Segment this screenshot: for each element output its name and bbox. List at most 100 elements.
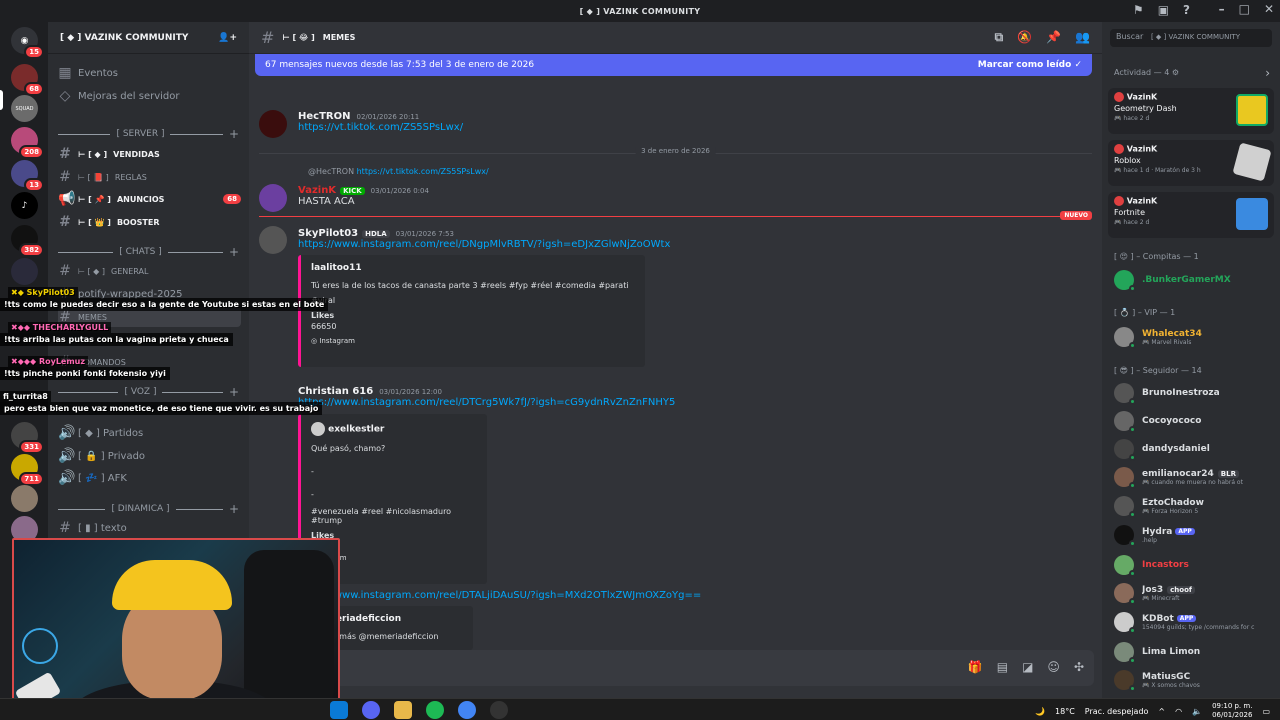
avatar[interactable] xyxy=(259,226,287,254)
message-author[interactable]: HecTRON xyxy=(298,111,350,122)
member-item[interactable]: MatiusGC 🎮 X somos chavos xyxy=(1114,667,1274,693)
obs-icon[interactable] xyxy=(490,701,508,719)
member-item[interactable]: emilianocar24 BLR 🎮 cuando me muera no hab… xyxy=(1114,464,1274,490)
guild-item[interactable]: 208 xyxy=(11,127,44,159)
weather-temp[interactable]: 18°C xyxy=(1055,707,1075,716)
member-item[interactable]: BrunoInestroza xyxy=(1114,380,1274,406)
guild-item[interactable]: 382 xyxy=(11,225,44,257)
guild-item[interactable]: 711 xyxy=(11,454,44,486)
guild-item[interactable]: 331 xyxy=(11,422,44,454)
tray-chevron-icon[interactable]: ^ xyxy=(1158,707,1165,716)
voice-privado[interactable]: 🔊[ 🔒 ] Privado xyxy=(58,446,241,466)
events-item[interactable]: ▦ Eventos xyxy=(58,63,241,83)
member-item[interactable]: EztoChadow 🎮 Forza Horizon 5 xyxy=(1114,493,1274,519)
guild-item[interactable]: ♪ xyxy=(11,192,38,219)
threads-icon[interactable]: ⧉ xyxy=(995,30,1004,45)
guild-item[interactable]: 68 xyxy=(11,64,44,96)
members-icon[interactable]: 👥 xyxy=(1075,30,1090,45)
member-item[interactable]: Whalecat34 🎮 Marvel Rivals xyxy=(1114,324,1274,350)
notification-icon[interactable]: ▭ xyxy=(1262,707,1270,716)
chat-area: # ⊢ [ 😂 ] MEMES ⧉ 🔕 📌 👥 67 mensajes nuev… xyxy=(249,22,1102,698)
avatar[interactable] xyxy=(259,110,287,138)
folder-icon[interactable] xyxy=(394,701,412,719)
avatar xyxy=(1114,196,1124,206)
maximize-button[interactable]: □ xyxy=(1239,2,1250,16)
gift-icon[interactable]: 🎁 xyxy=(968,660,983,674)
channel-ventas[interactable]: # ⊢ [ ◆ ] VENDIDAS xyxy=(58,144,241,164)
pin-icon[interactable]: 📌 xyxy=(1046,30,1061,45)
edge-icon[interactable] xyxy=(330,701,348,719)
guild-item[interactable]: SQUAD xyxy=(11,95,38,122)
wifi-icon[interactable]: ◠ xyxy=(1175,707,1182,716)
gif-icon[interactable]: ▤ xyxy=(997,660,1008,674)
guild-item[interactable]: 13 xyxy=(11,160,44,192)
weather-text[interactable]: Prac. despejado xyxy=(1085,707,1149,716)
activity-card[interactable]: VazinK Roblox 🎮 hace 1 d · Maratón de 3 … xyxy=(1108,140,1274,186)
reply-preview[interactable]: @HecTRON https://vt.tiktok.com/ZS5SPsLwx… xyxy=(308,167,489,176)
hash-icon: # xyxy=(59,263,71,279)
weather-icon[interactable]: 🌙 xyxy=(1035,707,1045,716)
link-embed[interactable]: laalitoo11 Tú eres la de los tacos de ca… xyxy=(298,255,645,367)
channel-anuncios[interactable]: 📢 ⊢ [ 📌 ] ANUNCIOS 68 xyxy=(58,189,241,209)
avatar[interactable] xyxy=(259,184,287,212)
guild-item[interactable] xyxy=(11,258,38,285)
avatar xyxy=(1114,583,1136,605)
screen-icon[interactable]: ▣ xyxy=(1158,3,1169,17)
channel-texto[interactable]: #[ ▮ ] texto xyxy=(58,518,241,538)
geometry-dash-icon xyxy=(1236,94,1268,126)
message-link[interactable]: https://www.instagram.com/reel/DNgpMlvRB… xyxy=(298,239,670,250)
voice-partidos[interactable]: 🔊[ ◆ ] Partidos xyxy=(58,423,241,443)
member-item[interactable]: Hydra APP .help xyxy=(1114,522,1274,548)
message: VazinK KICK 03/01/2026 0:04 HASTA ACA xyxy=(298,185,429,207)
message-author[interactable]: VazinK xyxy=(298,185,336,196)
emoji-icon[interactable]: ☺ xyxy=(1047,660,1060,674)
chrome-icon[interactable] xyxy=(458,701,476,719)
member-item[interactable]: Lima Limon xyxy=(1114,639,1274,665)
avatar xyxy=(1114,92,1124,102)
inbox-icon[interactable]: ⚑ xyxy=(1133,3,1144,17)
message-link[interactable]: https://www.instagram.com/reel/DTALjiDAu… xyxy=(298,590,701,601)
sticker-icon[interactable]: ◪ xyxy=(1022,660,1033,674)
channel-general[interactable]: # ⊢ [ ◆ ] GENERAL xyxy=(58,261,241,281)
minimize-button[interactable]: – xyxy=(1219,2,1225,16)
mute-icon[interactable]: 🔕 xyxy=(1017,30,1032,45)
message-author[interactable]: SkyPilot03 xyxy=(298,228,358,239)
discord-icon[interactable] xyxy=(362,701,380,719)
chevron-right-icon[interactable]: › xyxy=(1265,66,1270,80)
member-item[interactable]: Incastors xyxy=(1114,552,1274,578)
spotify-icon[interactable] xyxy=(426,701,444,719)
category-chats[interactable]: [ CHATS ] + xyxy=(58,245,239,259)
member-item[interactable]: Jos3 choof 🎮 Minecraft xyxy=(1114,580,1274,606)
add-channel-icon[interactable]: + xyxy=(229,127,239,141)
message-link[interactable]: https://vt.tiktok.com/ZS5SPsLwx/ xyxy=(298,122,463,133)
guild-dm-home[interactable]: ◉ 15 xyxy=(11,27,44,59)
message-link[interactable]: https://www.instagram.com/reel/DTCrg5Wk7… xyxy=(298,397,675,408)
category-dinamica[interactable]: [ DINAMICA ] + xyxy=(58,502,239,516)
close-button[interactable]: ✕ xyxy=(1264,2,1274,16)
member-item[interactable]: .BunkerGamerMX xyxy=(1114,267,1274,293)
volume-icon[interactable]: 🔈 xyxy=(1192,707,1202,716)
message: SkyPilot03 HDLA 03/01/2026 7:53 https://ww… xyxy=(298,228,671,250)
avatar xyxy=(1114,496,1136,518)
search-input[interactable]: Buscar [ ◆ ] VAZINK COMMUNITY xyxy=(1110,29,1272,47)
apps-icon[interactable]: ✣ xyxy=(1074,660,1084,674)
mark-read-button[interactable]: Marcar como leído ✓ xyxy=(978,60,1082,70)
channel-booster[interactable]: # ⊢ [ 👑 ] BOOSTER xyxy=(58,212,241,232)
message-composer[interactable]: 🎁 ▤ ◪ ☺ ✣ xyxy=(259,650,1094,686)
channel-reglas[interactable]: # ⊢ [ 📕 ] REGLAS xyxy=(58,167,241,187)
guild-item[interactable] xyxy=(11,485,38,512)
activity-card[interactable]: VazinK Fortnite 🎮 hace 2 d xyxy=(1108,192,1274,238)
member-item[interactable]: Cocoyococo xyxy=(1114,408,1274,434)
voice-afk[interactable]: 🔊[ 💤 ] AFK xyxy=(58,468,241,488)
clock[interactable]: 09:10 p. m. 06/01/2026 xyxy=(1212,702,1252,720)
member-item[interactable]: dandysdaniel xyxy=(1114,436,1274,462)
help-icon[interactable]: ? xyxy=(1183,3,1190,17)
category-server[interactable]: [ SERVER ] + xyxy=(58,127,239,141)
new-messages-bar[interactable]: 67 mensajes nuevos desde las 7:53 del 3 … xyxy=(255,54,1092,76)
activity-card[interactable]: VazinK Geometry Dash 🎮 hace 2 d xyxy=(1108,88,1274,134)
boosts-item[interactable]: ◇ Mejoras del servidor xyxy=(58,86,241,106)
member-list: Buscar [ ◆ ] VAZINK COMMUNITY Actividad … xyxy=(1102,22,1280,698)
member-item[interactable]: KDBot APP 154094 guilds; type /commands fo… xyxy=(1114,609,1274,635)
invite-icon[interactable]: 👤+ xyxy=(218,33,237,43)
server-header[interactable]: [ ◆ ] VAZINK COMMUNITY 👤+ xyxy=(48,22,249,54)
